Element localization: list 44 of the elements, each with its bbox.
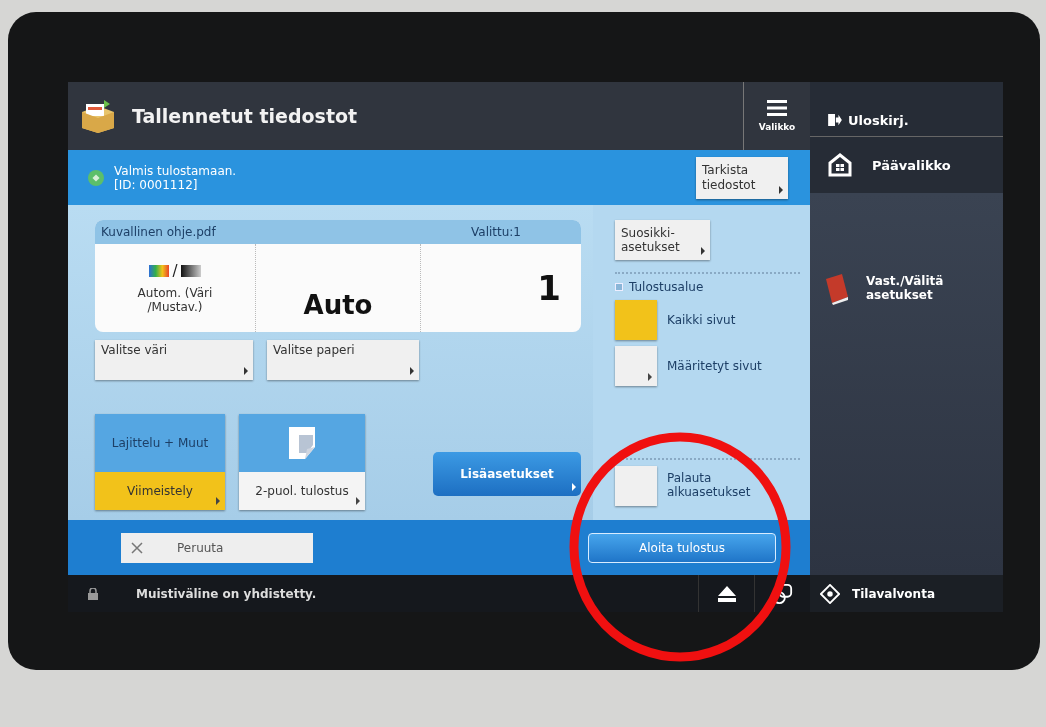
ready-icon	[88, 169, 104, 186]
door-exit-icon	[828, 114, 842, 126]
option-button[interactable]	[615, 346, 657, 386]
main-menu-button[interactable]: Päävalikko	[810, 137, 1003, 193]
grayscale-swatch-icon	[180, 265, 201, 277]
color-mode: Autom. (Väri /Mustav.)	[136, 286, 214, 314]
status-message: Valmis tulostamaan.	[114, 163, 237, 178]
eye-diamond-icon	[820, 583, 840, 604]
selected-count: Valittu:1	[471, 225, 521, 239]
option-label: Määritetyt sivut	[667, 359, 762, 373]
status-monitor-button[interactable]: Tilavalvonta	[810, 575, 1003, 612]
setting-button[interactable]: Valitse paperi	[267, 340, 419, 380]
page-fold-icon	[287, 425, 317, 461]
reset-button[interactable]	[615, 466, 657, 506]
check-files-button[interactable]: Tarkista tiedostot	[696, 156, 788, 199]
finishing-label: Viimeistely	[95, 472, 225, 510]
section-title: Tulostusalue	[629, 280, 704, 294]
eject-icon	[717, 585, 736, 602]
status-message: Muistiväline on yhdistetty.	[136, 586, 317, 601]
color-swatch-icon	[149, 265, 170, 277]
screen-title: Tallennetut tiedostot	[132, 105, 358, 127]
tile-label: Lajittelu + Muut	[95, 414, 225, 472]
sidebar-item[interactable]: Vast./Välitä asetukset	[810, 273, 956, 305]
finishing-tile[interactable]: Lajittelu + Muut Viimeistely	[95, 414, 225, 510]
favorites-button[interactable]: Suosikki-asetukset	[615, 220, 710, 260]
paper-setting: Auto	[303, 290, 373, 320]
menu-icon	[767, 100, 787, 116]
logout-button[interactable]: Uloskirj.	[810, 82, 1003, 137]
close-icon	[131, 541, 143, 554]
option-button[interactable]	[615, 300, 657, 340]
more-settings-button[interactable]: Lisäasetukset	[433, 452, 581, 496]
job-id: [ID: 0001112]	[114, 177, 199, 192]
file-name: Kuvallinen ohje.pdf	[101, 225, 216, 239]
start-print-button[interactable]: Aloita tulostus	[588, 532, 776, 563]
option-label: Kaikki sivut	[667, 313, 736, 327]
setting-button[interactable]: Valitse väri	[95, 340, 253, 380]
home-icon	[828, 153, 852, 177]
tile-label: 2-puol. tulostus	[239, 472, 365, 510]
separator-slash: /	[172, 262, 178, 280]
copies-count: 1	[537, 268, 561, 308]
reset-label: Palauta alkuasetukset	[667, 472, 752, 500]
cancel-button[interactable]: Peruuta	[121, 532, 313, 563]
lock-icon	[88, 587, 98, 600]
bullet-icon	[615, 283, 623, 291]
